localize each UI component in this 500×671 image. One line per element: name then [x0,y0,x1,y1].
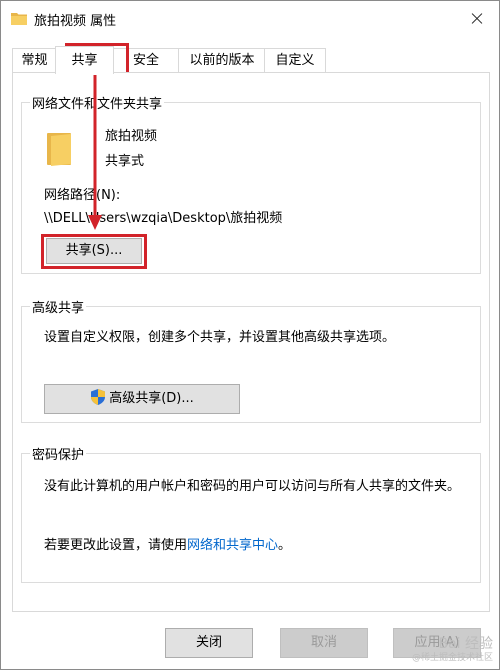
network-path-label: 网络路径(N): [44,188,121,203]
cancel-button[interactable]: 取消 [280,628,368,658]
tab-customize[interactable]: 自定义 [264,48,326,73]
watermark: Bai 经验 @稀土掘金技术社区 [412,637,493,665]
advanced-sharing-button-label: 高级共享(D)... [109,391,194,406]
network-sharing-title: 网络文件和文件夹共享 [30,93,165,112]
advanced-sharing-group: 高级共享 设置自定义权限，创建多个共享，并设置其他高级共享选项。 高级共享(D)… [21,297,481,423]
password-protection-group: 密码保护 没有此计算机的用户帐户和密码的用户可以访问与所有人共享的文件夹。 若要… [21,444,481,583]
watermark-sub: @稀土掘金技术社区 [411,653,493,663]
share-status: 共享式 [105,154,145,169]
tab-panel-sharing: 网络文件和文件夹共享 旅拍视频 共享式 网络路径(N): \\DELL\User… [12,72,490,612]
tab-sharing[interactable]: 共享 [55,46,114,74]
folder-name: 旅拍视频 [105,129,158,144]
password-protection-description: 没有此计算机的用户帐户和密码的用户可以访问与所有人共享的文件夹。 [44,479,461,494]
properties-window: 旅拍视频 属性 常规 共享 安全 以前的版本 自定义 网络文件和文件夹共享 旅拍… [0,0,500,670]
password-change-period: 。 [278,538,292,553]
close-button[interactable]: 关闭 [165,628,253,658]
advanced-sharing-button[interactable]: 高级共享(D)... [44,384,240,414]
password-protection-title: 密码保护 [30,444,87,463]
watermark-brand: Bai 经验 [438,636,493,652]
tab-general[interactable]: 常规 [12,48,57,73]
window-title: 旅拍视频 属性 [34,14,117,29]
folder-icon [11,13,27,25]
folder-icon [47,133,71,167]
network-sharing-center-link[interactable]: 网络和共享中心 [187,538,278,553]
tab-previous-versions[interactable]: 以前的版本 [178,48,266,73]
close-icon[interactable] [453,1,499,35]
network-path-value: \\DELL\Users\wzqia\Desktop\旅拍视频 [44,211,283,226]
password-change-text: 若要更改此设置，请使用 [44,538,188,553]
advanced-sharing-title: 高级共享 [30,297,87,316]
advanced-sharing-description: 设置自定义权限，创建多个共享，并设置其他高级共享选项。 [44,330,396,345]
password-change-line: 若要更改此设置，请使用网络和共享中心。 [44,534,291,553]
share-button-highlight-box [41,234,147,269]
title-bar: 旅拍视频 属性 [1,1,499,37]
shield-icon [91,389,106,405]
